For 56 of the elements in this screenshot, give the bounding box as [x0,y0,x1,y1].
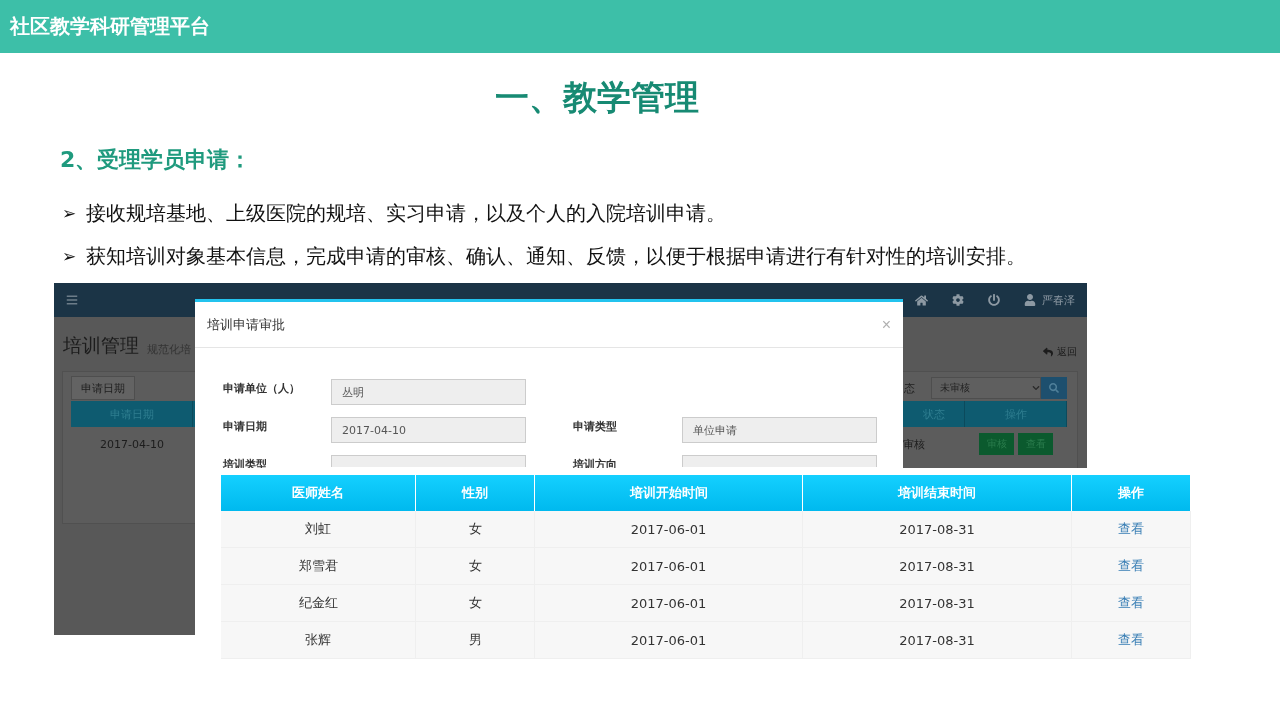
input-field[interactable]: 单位申请 [682,417,877,443]
field-label: 申请单位（人） [223,381,301,396]
close-button[interactable]: × [881,316,891,333]
view-link[interactable]: 查看 [1118,631,1144,649]
table-cell: 2017-06-01 [630,595,707,611]
column-header: 培训开始时间 [535,475,803,511]
table-cell: 2017-06-01 [630,632,707,648]
column-header: 操作 [1072,475,1191,511]
input-field[interactable] [331,455,526,467]
dialog-title: 培训申请审批 [207,315,285,334]
table-cell: 男 [468,631,482,649]
table-cell: 刘虹 [305,520,331,538]
section-title: 一、教学管理 [494,76,700,119]
table-cell: 2017-06-01 [630,521,707,537]
bullet-marker: ➢ [62,202,77,225]
table-cell: 郑雪君 [298,557,338,575]
settings-icon[interactable] [952,294,964,306]
caret-icon [1032,384,1040,392]
user-name[interactable]: 严春泽 [1042,292,1075,308]
column-header: 培训结束时间 [803,475,1072,511]
bullet-marker: ➢ [62,245,77,268]
user-icon[interactable] [1024,294,1036,306]
menu-icon[interactable] [66,294,78,306]
search-label: 态 [904,380,916,396]
input-field[interactable]: 丛明 [331,379,526,405]
home-icon[interactable] [915,293,928,307]
view-link[interactable]: 查看 [1118,520,1144,538]
column-header: 医师姓名 [221,475,416,511]
view-link[interactable]: 查看 [1118,557,1144,575]
search-icon [1049,383,1059,393]
table-cell: 2017-08-31 [899,521,975,537]
view-link[interactable]: 查看 [1118,594,1144,612]
back-icon [1043,347,1053,357]
table-cell-text: 审核 [903,436,926,453]
page-title: 培训管理 [63,333,139,358]
table-cell: 纪金红 [298,594,338,612]
table-cell: 2017-08-31 [899,632,975,648]
bullet-text: 接收规培基地、上级医院的规培、实习申请，以及个人的入院培训申请。 [86,200,727,227]
input-field[interactable]: 2017-04-10 [331,417,526,443]
table-cell: 2017-08-31 [899,558,975,574]
table-cell: 女 [468,557,482,575]
power-icon[interactable] [988,294,1000,306]
table-cell: 2017-08-31 [899,595,975,611]
table-cell: 张辉 [305,631,331,649]
input-field[interactable] [682,455,877,467]
filter-tab[interactable]: 申请日期 [71,376,135,400]
column-header: 性别 [416,475,535,511]
table-cell: 女 [468,520,482,538]
field-label: 申请日期 [223,419,268,434]
table-cell-text: 2017-04-10 [99,436,165,453]
platform-title: 社区教学科研管理平台 [10,13,210,40]
subsection-title: 2、受理学员申请： [60,146,252,174]
bullet-text: 获知培训对象基本信息，完成申请的审核、确认、通知、反馈，以便于根据申请进行有针对性的培训安排。 [86,243,1027,270]
field-label: 申请类型 [573,419,618,434]
table-cell: 2017-06-01 [630,558,707,574]
table-cell: 女 [468,594,482,612]
